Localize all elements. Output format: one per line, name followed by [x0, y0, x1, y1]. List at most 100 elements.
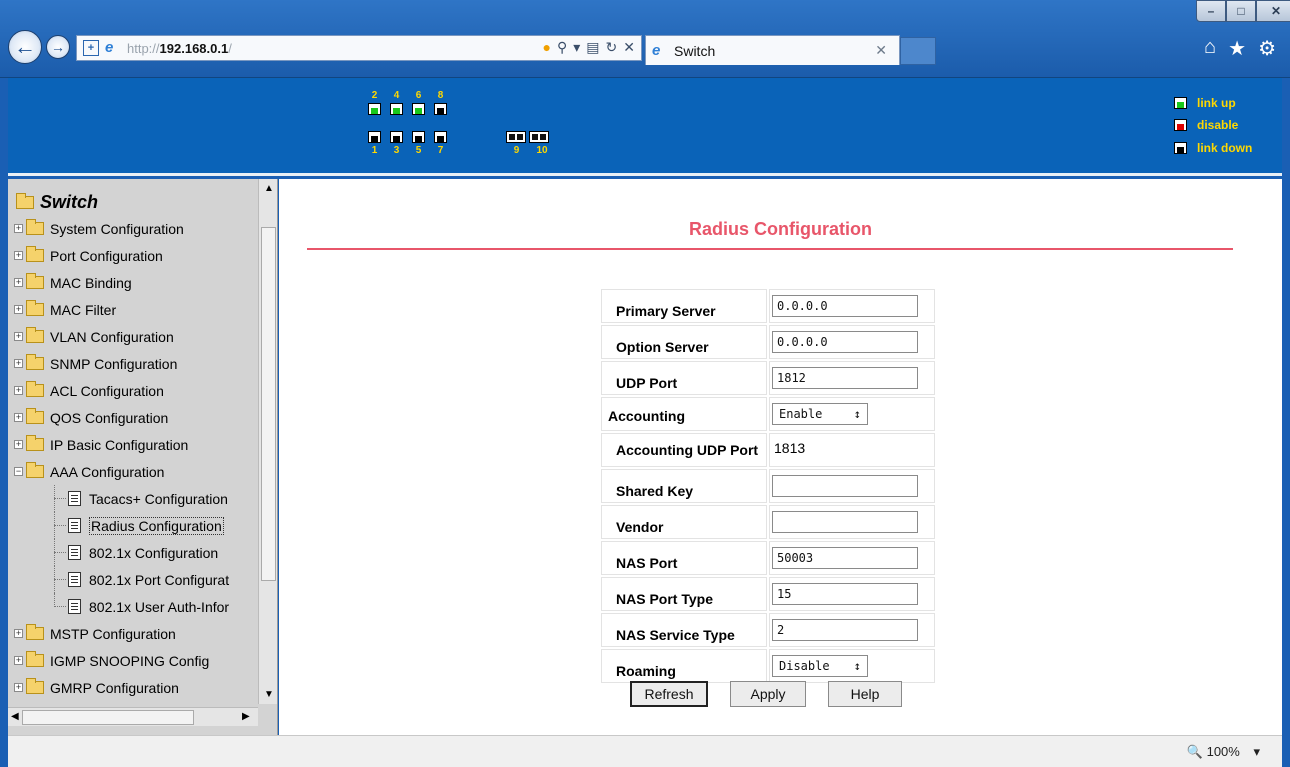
- folder-icon: [26, 327, 44, 343]
- expand-icon[interactable]: +: [14, 332, 23, 341]
- home-icon[interactable]: ⌂: [1204, 36, 1216, 61]
- compatibility-view-icon[interactable]: ●: [543, 39, 551, 56]
- refresh-button[interactable]: Refresh: [630, 681, 708, 707]
- browser-chrome: – □ ✕ ← → + e http://192.168.0.1/ ● ⚲ ▾ …: [0, 0, 1290, 78]
- add-favorite-icon[interactable]: +: [83, 40, 99, 56]
- scroll-down-icon[interactable]: ▼: [264, 689, 274, 700]
- form-row: NAS Port Type 15: [601, 577, 935, 611]
- zoom-control[interactable]: 🔍 100% ▾: [1187, 744, 1260, 760]
- form-label-cell: NAS Service Type: [601, 613, 767, 647]
- sidebar-item-radius-configuration[interactable]: Radius Configuration: [14, 512, 262, 539]
- udp-port-input[interactable]: 1812: [772, 367, 918, 389]
- sfp-port-10-icon[interactable]: [529, 131, 549, 143]
- vendor-label: Vendor: [616, 519, 664, 535]
- vendor-input[interactable]: [772, 511, 918, 533]
- sidebar-item-8021x-configuration[interactable]: 802.1x Configuration: [14, 539, 262, 566]
- option-server-input[interactable]: 0.0.0.0: [772, 331, 918, 353]
- scroll-up-icon[interactable]: ▲: [264, 183, 274, 194]
- collapse-icon[interactable]: −: [14, 467, 23, 476]
- tab-close-icon[interactable]: ✕: [875, 42, 887, 59]
- forward-button[interactable]: →: [46, 35, 70, 59]
- port-5-link-down-icon[interactable]: [412, 131, 425, 143]
- page-icon[interactable]: ▤: [586, 39, 599, 56]
- sidebar-item-aaa-configuration[interactable]: − AAA Configuration: [14, 458, 262, 485]
- link-down-icon: [1174, 142, 1187, 154]
- sidebar-item-8021x-user-auth-info[interactable]: 802.1x User Auth-Infor: [14, 593, 262, 620]
- nas-port-type-input[interactable]: 15: [772, 583, 918, 605]
- window-controls: – □ ✕: [1196, 0, 1290, 24]
- sidebar-item-ip-basic-configuration[interactable]: + IP Basic Configuration: [14, 431, 262, 458]
- sidebar-item-mac-filter[interactable]: + MAC Filter: [14, 296, 262, 323]
- port-3-link-down-icon[interactable]: [390, 131, 403, 143]
- legend-label: link down: [1197, 141, 1253, 155]
- minimize-button[interactable]: –: [1196, 0, 1226, 22]
- search-icon[interactable]: ⚲: [557, 39, 567, 56]
- expand-icon[interactable]: +: [14, 440, 23, 449]
- port-4-link-up-icon[interactable]: [390, 103, 403, 115]
- port-7-link-down-icon[interactable]: [434, 131, 447, 143]
- sidebar-item-qos-configuration[interactable]: + QOS Configuration: [14, 404, 262, 431]
- nas-port-input[interactable]: 50003: [772, 547, 918, 569]
- sidebar: Switch + System Configuration + Port Con…: [8, 179, 278, 735]
- refresh-icon[interactable]: ↻: [606, 39, 618, 56]
- sidebar-item-label: VLAN Configuration: [50, 328, 174, 345]
- port-6-link-up-icon[interactable]: [412, 103, 425, 115]
- apply-button[interactable]: Apply: [730, 681, 806, 707]
- expand-icon[interactable]: +: [14, 683, 23, 692]
- favorites-star-icon[interactable]: ★: [1228, 36, 1246, 61]
- sidebar-item-label: MAC Binding: [50, 274, 132, 291]
- expand-icon[interactable]: +: [14, 251, 23, 260]
- help-button[interactable]: Help: [828, 681, 902, 707]
- folder-icon: [26, 381, 44, 397]
- scroll-right-icon[interactable]: ▶: [242, 711, 250, 722]
- roaming-select[interactable]: Disable ↕: [772, 655, 868, 677]
- expand-icon[interactable]: +: [14, 224, 23, 233]
- scroll-left-icon[interactable]: ◀: [11, 711, 19, 722]
- sidebar-vertical-scrollbar[interactable]: ▲ ▼: [258, 179, 277, 704]
- stop-icon[interactable]: ✕: [623, 39, 635, 56]
- port-8-link-down-icon[interactable]: [434, 103, 447, 115]
- sidebar-item-system-configuration[interactable]: + System Configuration: [14, 215, 262, 242]
- sidebar-item-acl-configuration[interactable]: + ACL Configuration: [14, 377, 262, 404]
- close-window-button[interactable]: ✕: [1256, 0, 1290, 22]
- sidebar-item-mac-binding[interactable]: + MAC Binding: [14, 269, 262, 296]
- zoom-dropdown-icon[interactable]: ▾: [1253, 744, 1260, 759]
- accounting-select[interactable]: Enable ↕: [772, 403, 868, 425]
- expand-icon[interactable]: +: [14, 386, 23, 395]
- sidebar-item-igmp-snooping-config[interactable]: + IGMP SNOOPING Config: [14, 647, 262, 674]
- scrollbar-thumb[interactable]: [261, 227, 276, 581]
- address-url[interactable]: http://192.168.0.1/: [127, 41, 232, 56]
- sidebar-item-8021x-port-configuration[interactable]: 802.1x Port Configurat: [14, 566, 262, 593]
- form-row: NAS Service Type 2: [601, 613, 935, 647]
- sidebar-item-gmrp-configuration[interactable]: + GMRP Configuration: [14, 674, 262, 701]
- form-value-cell: [769, 505, 935, 539]
- port-1-link-down-icon[interactable]: [368, 131, 381, 143]
- expand-icon[interactable]: +: [14, 359, 23, 368]
- scrollbar-thumb[interactable]: [22, 710, 194, 725]
- new-tab-button[interactable]: [900, 37, 936, 65]
- expand-icon[interactable]: +: [14, 629, 23, 638]
- expand-icon[interactable]: +: [14, 278, 23, 287]
- maximize-button[interactable]: □: [1226, 0, 1256, 22]
- nas-service-type-input[interactable]: 2: [772, 619, 918, 641]
- back-button[interactable]: ←: [8, 30, 42, 64]
- sidebar-item-tacacs-configuration[interactable]: Tacacs+ Configuration: [14, 485, 262, 512]
- sidebar-item-mstp-configuration[interactable]: + MSTP Configuration: [14, 620, 262, 647]
- dropdown-icon[interactable]: ▾: [573, 39, 580, 56]
- sfp-port-9-icon[interactable]: [506, 131, 526, 143]
- shared-key-input[interactable]: [772, 475, 918, 497]
- expand-icon[interactable]: +: [14, 656, 23, 665]
- tab-switch[interactable]: e Switch ✕: [645, 35, 900, 65]
- sidebar-item-snmp-configuration[interactable]: + SNMP Configuration: [14, 350, 262, 377]
- expand-icon[interactable]: +: [14, 305, 23, 314]
- address-bar[interactable]: + e http://192.168.0.1/ ● ⚲ ▾ ▤ ↻ ✕: [76, 35, 642, 61]
- primary-server-input[interactable]: 0.0.0.0: [772, 295, 918, 317]
- port-number: 6: [415, 90, 422, 101]
- port-2-link-up-icon[interactable]: [368, 103, 381, 115]
- settings-gear-icon[interactable]: ⚙: [1258, 36, 1276, 61]
- expand-icon[interactable]: +: [14, 413, 23, 422]
- sidebar-item-port-configuration[interactable]: + Port Configuration: [14, 242, 262, 269]
- sidebar-horizontal-scrollbar[interactable]: ◀ ▶: [8, 707, 258, 726]
- sidebar-item-vlan-configuration[interactable]: + VLAN Configuration: [14, 323, 262, 350]
- tree-root[interactable]: Switch: [14, 189, 262, 215]
